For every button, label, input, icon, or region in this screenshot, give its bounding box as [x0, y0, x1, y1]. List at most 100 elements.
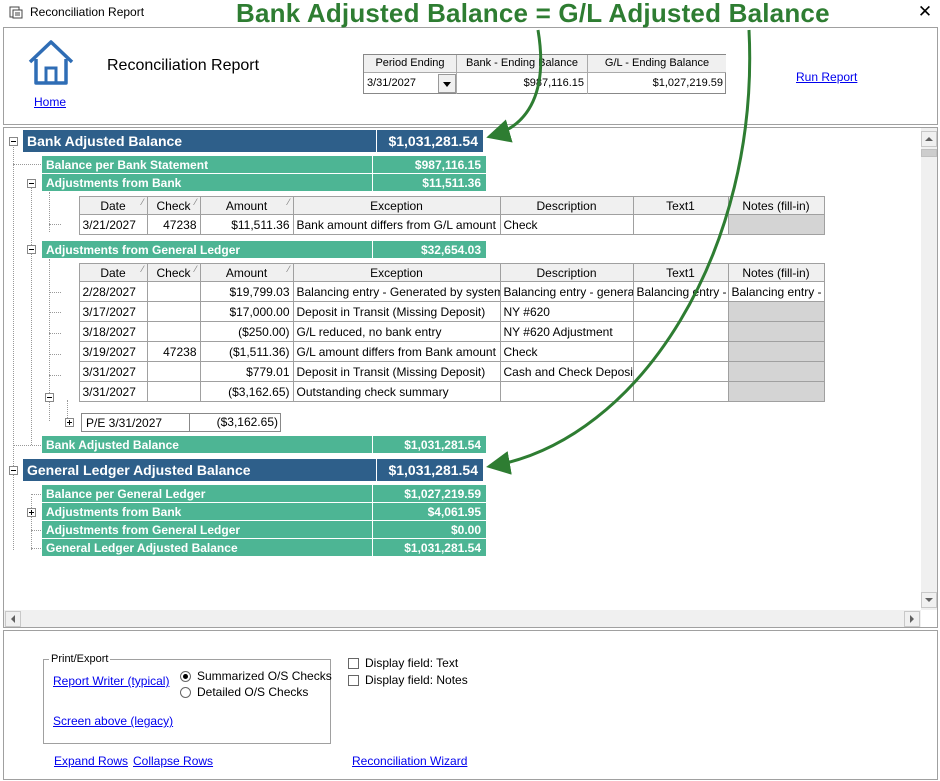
table-cell: Balancing entry - Generated by system [292, 281, 501, 302]
table-cell[interactable] [727, 321, 825, 342]
table-cell[interactable] [727, 214, 825, 235]
table-cell: Check [499, 214, 634, 235]
bank-ending-value: $987,116.15 [457, 73, 588, 94]
gl-adj-gl-label: Adjustments from General Ledger [46, 523, 241, 537]
gl-adj-bank-amount: $4,061.95 [372, 503, 486, 520]
column-header[interactable]: Amount [199, 196, 294, 215]
column-header[interactable]: Date [78, 196, 148, 215]
table-row[interactable]: 3/19/2027 47238 ($1,511.36) G/L amount diff… [61, 341, 825, 362]
scroll-right-icon[interactable] [904, 611, 920, 627]
annotation-text: Bank Adjusted Balance = G/L Adjusted Bal… [236, 0, 830, 28]
radio-summarized[interactable] [180, 671, 191, 682]
gl-adj-bank-label: Adjustments from Bank [46, 505, 182, 519]
adjustments-from-bank-row: Adjustments from Bank $11,511.36 [42, 174, 486, 192]
adjustments-from-gl-row: Adjustments from General Ledger $32,654.… [42, 241, 486, 259]
screen-above-link[interactable]: Screen above (legacy) [53, 714, 173, 728]
table-cell: Deposit in Transit (Missing Deposit) [292, 361, 501, 382]
expand-pe-icon[interactable] [65, 418, 74, 427]
chevron-down-icon[interactable] [438, 74, 456, 93]
collapse-adj-bank-icon[interactable] [27, 179, 36, 188]
collapse-adj-gl-icon[interactable] [27, 245, 36, 254]
gl-total-amount: $1,031,281.54 [372, 539, 486, 556]
table-cell: $19,799.03 [199, 281, 294, 302]
tree-line [31, 497, 32, 550]
report-writer-link[interactable]: Report Writer (typical) [53, 674, 169, 688]
table-cell[interactable] [727, 361, 825, 382]
row-indent [61, 214, 79, 235]
table-cell[interactable] [727, 381, 825, 402]
home-icon[interactable] [27, 38, 75, 86]
column-header[interactable]: Amount [199, 263, 294, 282]
radio-detailed-label: Detailed O/S Checks [197, 685, 309, 699]
table-row[interactable]: 3/31/2027 ($3,162.65) Outstanding check su… [61, 381, 825, 402]
collapse-gl-icon[interactable] [9, 466, 18, 475]
table-row[interactable]: 3/18/2027 ($250.00) G/L reduced, no bank e… [61, 321, 825, 342]
table-cell: 3/31/2027 [78, 361, 148, 382]
table-row[interactable]: 3/31/2027 $779.01 Deposit in Transit (Miss… [61, 361, 825, 382]
table-cell: G/L amount differs from Bank amount [292, 341, 501, 362]
period-ending-header: Period Ending [364, 55, 457, 73]
horizontal-scrollbar[interactable] [4, 610, 921, 627]
table-row[interactable]: 3/21/2027 47238 $11,511.36 Bank amount diff… [61, 214, 825, 235]
bank-adjusted-balance-header: Bank Adjusted Balance $1,031,281.54 [23, 130, 483, 152]
column-header[interactable]: Exception [292, 196, 501, 215]
collapse-os-checks-icon[interactable] [45, 393, 54, 402]
column-header[interactable]: Date [78, 263, 148, 282]
balance-per-gl-amount: $1,027,219.59 [372, 485, 486, 502]
table-cell: 47238 [146, 214, 201, 235]
column-header[interactable]: Notes (fill-in) [727, 263, 825, 282]
table-cell: $17,000.00 [199, 301, 294, 322]
table-cell: $11,511.36 [199, 214, 294, 235]
column-header[interactable]: Notes (fill-in) [727, 196, 825, 215]
scroll-left-icon[interactable] [5, 611, 21, 627]
scroll-up-icon[interactable] [921, 131, 937, 147]
radio-detailed[interactable] [180, 687, 191, 698]
column-header[interactable]: Description [499, 263, 634, 282]
collapse-rows-link[interactable]: Collapse Rows [133, 754, 213, 768]
column-header[interactable]: Description [499, 196, 634, 215]
table-row[interactable]: 3/17/2027 $17,000.00 Deposit in Transit (M… [61, 301, 825, 322]
table-cell: Balancing entry - g [632, 281, 729, 302]
table-cell[interactable] [727, 341, 825, 362]
tree-line [49, 333, 61, 334]
row-indent [61, 301, 79, 322]
collapse-bank-icon[interactable] [9, 137, 18, 146]
column-header[interactable]: Check [146, 196, 201, 215]
run-report-link[interactable]: Run Report [796, 70, 857, 84]
expand-gl-adj-bank-icon[interactable] [27, 508, 36, 517]
home-link[interactable]: Home [34, 95, 66, 109]
close-icon[interactable]: ✕ [912, 1, 938, 23]
checkbox-display-notes[interactable] [348, 675, 359, 686]
row-indent [61, 341, 79, 362]
table-cell[interactable] [727, 301, 825, 322]
checkbox-display-text[interactable] [348, 658, 359, 669]
vertical-scroll-thumb[interactable] [921, 149, 937, 157]
tree-line [49, 224, 61, 225]
scroll-down-icon[interactable] [921, 592, 937, 608]
table-cell[interactable]: Balancing entry - g [727, 281, 825, 302]
row-indent [61, 281, 79, 302]
table-cell: 47238 [146, 341, 201, 362]
column-header[interactable]: Text1 [632, 263, 729, 282]
table-cell: 3/19/2027 [78, 341, 148, 362]
gl-adjusted-title: General Ledger Adjusted Balance [27, 462, 251, 478]
column-header[interactable]: Check [146, 263, 201, 282]
table-row[interactable]: 2/28/2027 $19,799.03 Balancing entry - Gen… [61, 281, 825, 302]
pe-summary-row[interactable]: P/E 3/31/2027 ($3,162.65) [81, 413, 281, 432]
table-cell: ($3,162.65) [199, 381, 294, 402]
row-indent [61, 381, 79, 402]
column-header[interactable]: Exception [292, 263, 501, 282]
column-header[interactable]: Text1 [632, 196, 729, 215]
vertical-scrollbar[interactable] [921, 128, 937, 610]
expand-rows-link[interactable]: Expand Rows [54, 754, 128, 768]
reconciliation-wizard-link[interactable]: Reconciliation Wizard [352, 754, 467, 768]
table-cell: Check [499, 341, 634, 362]
table-cell [146, 381, 201, 402]
pe-label: P/E 3/31/2027 [86, 416, 163, 430]
table-cell: NY #620 Adjustment [499, 321, 634, 342]
window-title: Reconciliation Report [30, 5, 145, 19]
tree-line [49, 312, 61, 313]
bank-ending-header: Bank - Ending Balance [457, 55, 588, 73]
adjustments-from-bank-table: DateCheckAmountExceptionDescriptionText1… [61, 196, 825, 235]
gl-adjustments-from-gl-row: Adjustments from General Ledger $0.00 [42, 521, 486, 539]
